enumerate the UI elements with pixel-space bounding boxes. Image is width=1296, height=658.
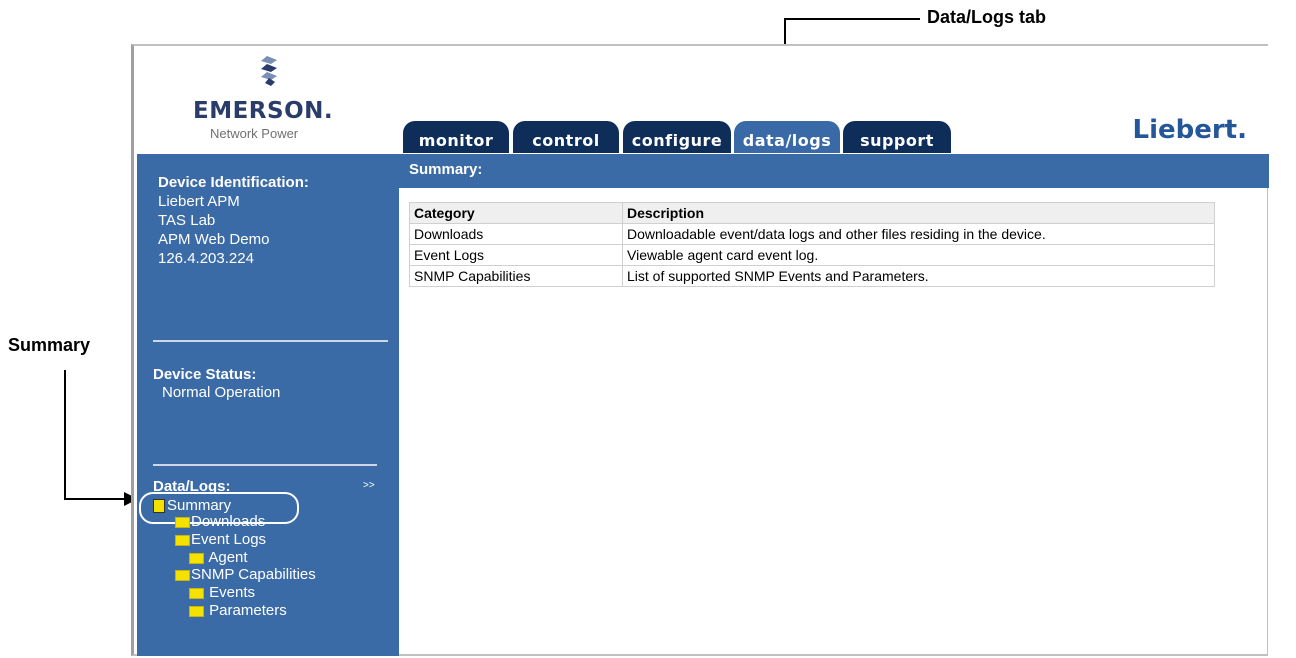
tree-item-label: Events (209, 584, 256, 601)
device-identification-lines: Liebert APM TAS Lab APM Web Demo 126.4.2… (158, 192, 269, 268)
device-status-value: Normal Operation (162, 384, 281, 401)
table-row: Downloads Downloadable event/data logs a… (409, 223, 1215, 245)
sidebar: Device Identification: Liebert APM TAS L… (137, 154, 399, 656)
column-header: Description (622, 202, 1215, 224)
table-cell: Event Logs (409, 244, 623, 266)
callout-line (784, 18, 920, 20)
tab-configure[interactable]: configure (623, 121, 731, 153)
folder-icon (189, 587, 204, 599)
device-model: Liebert APM (158, 193, 240, 210)
folder-icon (175, 569, 190, 581)
tree-item-agent[interactable]: Agent (189, 549, 248, 566)
emerson-diamond-icon (261, 56, 277, 86)
callout-datalogs-tab-label: Data/Logs tab (927, 7, 1047, 27)
folder-icon (175, 534, 190, 546)
callout-line (64, 370, 66, 500)
divider (153, 340, 388, 342)
tab-control[interactable]: control (513, 121, 619, 153)
tree-item-label: SNMP Capabilities (191, 566, 316, 583)
table-row: SNMP Capabilities List of supported SNMP… (409, 265, 1215, 287)
tab-datalogs[interactable]: data/logs (734, 121, 840, 153)
table-cell: Downloads (409, 223, 623, 245)
tree-item-summary[interactable]: Summary (153, 497, 231, 514)
table-header-row: Category Description (409, 202, 1215, 224)
device-name: APM Web Demo (158, 231, 270, 248)
emerson-logo: EMERSON. Network Power (177, 56, 357, 146)
expand-toggle[interactable]: >> (363, 480, 375, 491)
page-icon (153, 499, 165, 514)
callout-summary-label: Summary (8, 335, 91, 355)
table-cell: Downloadable event/data logs and other f… (622, 223, 1215, 245)
callout-line (64, 498, 128, 500)
tree-item-label: Agent (208, 549, 248, 566)
table-cell: SNMP Capabilities (409, 265, 623, 287)
table-cell: Viewable agent card event log. (622, 244, 1215, 266)
device-ip: 126.4.203.224 (158, 250, 254, 267)
tree-item-label: Summary (167, 497, 232, 514)
tree-item-event-logs[interactable]: Event Logs (175, 531, 266, 548)
column-header: Category (409, 202, 623, 224)
folder-icon (189, 552, 204, 564)
brand-subtitle: Network Power (210, 126, 299, 141)
tree-item-events[interactable]: Events (189, 584, 255, 601)
header: EMERSON. Network Power monitor control c… (137, 46, 1269, 154)
tree-item-snmp-capabilities[interactable]: SNMP Capabilities (175, 566, 316, 583)
divider (153, 464, 377, 466)
device-status-heading: Device Status: (153, 366, 257, 383)
brand-name: EMERSON. (193, 98, 334, 124)
device-identification-heading: Device Identification: (158, 174, 309, 191)
tree-item-label: Parameters (209, 602, 287, 619)
liebert-logo: Liebert. (1132, 115, 1248, 145)
content-title-bar: Summary: (399, 154, 1269, 188)
device-location: TAS Lab (158, 212, 216, 229)
table-row: Event Logs Viewable agent card event log… (409, 244, 1215, 266)
tree-item-downloads[interactable]: Downloads (175, 513, 265, 530)
tree-item-label: Downloads (191, 513, 266, 530)
tree-item-label: Event Logs (191, 531, 267, 548)
folder-icon (175, 516, 190, 528)
browser-frame: EMERSON. Network Power monitor control c… (131, 44, 1269, 656)
tree-item-parameters[interactable]: Parameters (189, 602, 287, 619)
tab-monitor[interactable]: monitor (403, 121, 509, 153)
summary-table: Category Description Downloads Downloada… (409, 202, 1215, 287)
folder-icon (189, 605, 204, 617)
tab-support[interactable]: support (843, 121, 951, 153)
page-title: Summary: (409, 161, 483, 178)
table-cell: List of supported SNMP Events and Parame… (622, 265, 1215, 287)
